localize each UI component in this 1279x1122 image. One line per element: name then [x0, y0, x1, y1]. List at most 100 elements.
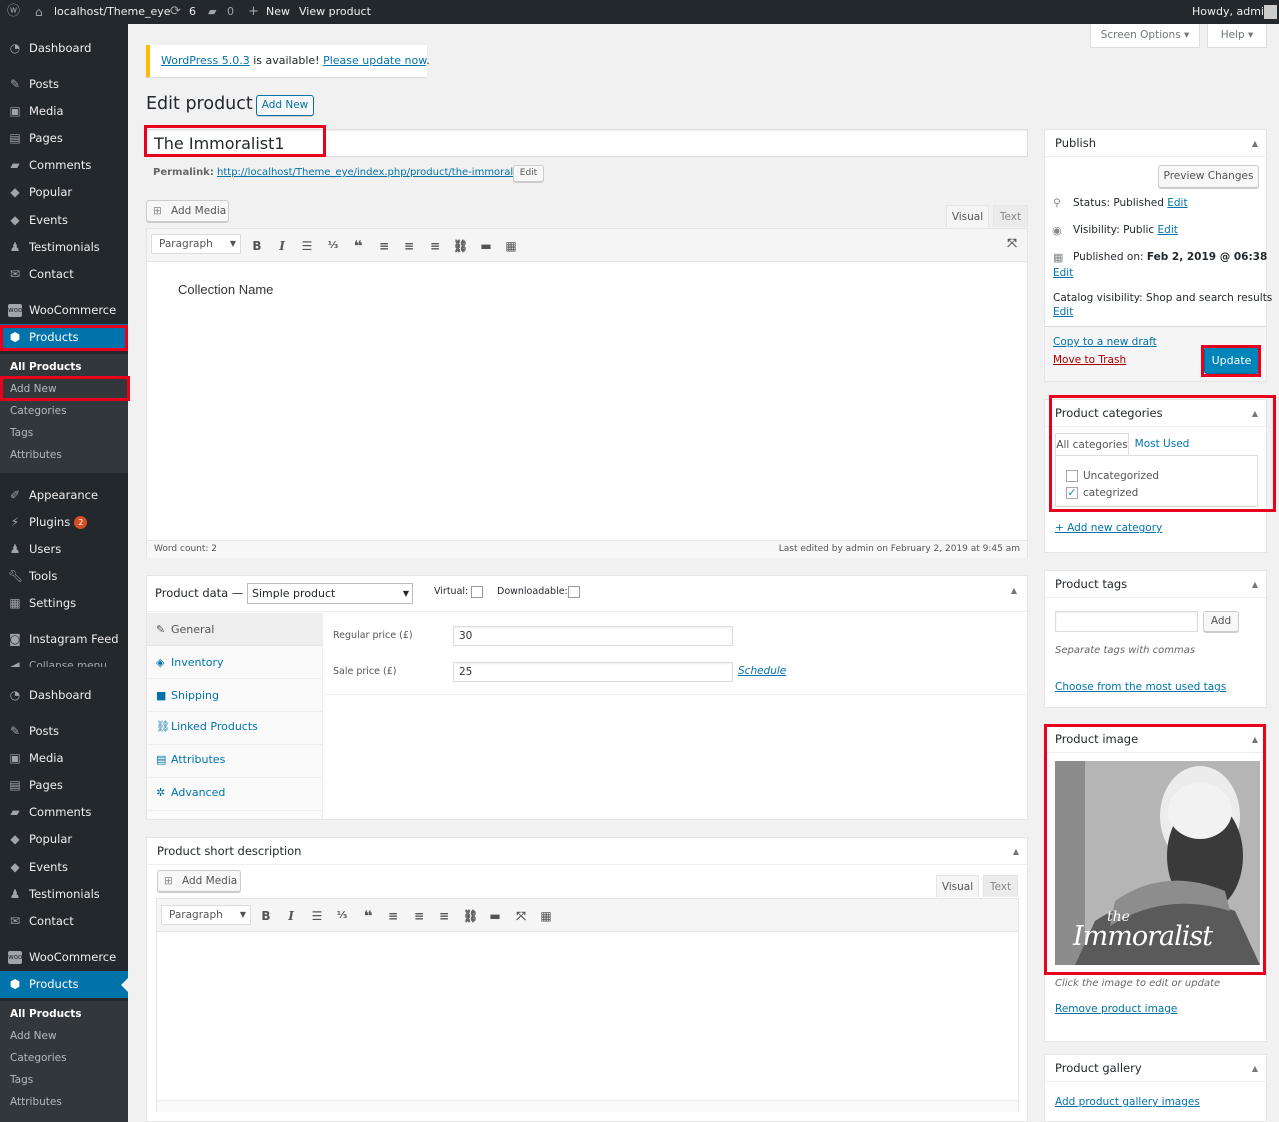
collapse-arrow-icon[interactable]: ▲: [1252, 1055, 1258, 1082]
avatar[interactable]: [1264, 5, 1277, 19]
tab-text[interactable]: Text: [993, 205, 1028, 227]
align-right-icon[interactable]: ≡: [437, 909, 451, 923]
menu-users[interactable]: ♟ Users: [0, 536, 128, 563]
comments-count[interactable]: 0: [227, 0, 234, 24]
downloadable-checkbox[interactable]: [568, 586, 580, 598]
howdy-link[interactable]: Howdy, admin: [1192, 0, 1271, 24]
product-type-select[interactable]: Simple product ▼: [247, 583, 413, 604]
tab-shipping[interactable]: ■ Shipping: [147, 679, 323, 712]
menu-contact[interactable]: ✉ Contact: [0, 261, 128, 288]
permalink-edit-button[interactable]: Edit: [513, 165, 544, 182]
blockquote-icon[interactable]: ❝: [351, 239, 365, 254]
blockquote-icon[interactable]: ❝: [361, 909, 375, 924]
submenu-categories[interactable]: Categories: [0, 400, 128, 422]
comments-icon[interactable]: ▰: [208, 0, 216, 24]
new-link[interactable]: New: [266, 0, 290, 24]
submenu-all-products[interactable]: All Products: [0, 356, 128, 378]
submenu-attributes[interactable]: Attributes: [0, 444, 128, 466]
collapse-arrow-icon[interactable]: ▲: [1011, 586, 1017, 595]
menu-instagram-feed[interactable]: ◙ Instagram Feed: [0, 626, 128, 653]
menu-posts-2[interactable]: ✎ Posts: [0, 718, 128, 745]
bold-icon[interactable]: B: [250, 239, 264, 253]
bullet-list-icon[interactable]: ☰: [300, 239, 314, 253]
add-new-button[interactable]: Add New: [256, 95, 314, 116]
menu-media[interactable]: ▣ Media: [0, 98, 128, 125]
remove-product-image-link[interactable]: Remove product image: [1055, 1003, 1177, 1015]
updates-count[interactable]: 6: [189, 0, 196, 24]
add-tag-button[interactable]: Add: [1203, 611, 1239, 632]
read-more-icon[interactable]: ▬: [479, 239, 493, 253]
short-description-editor[interactable]: Paragraph ▼ B I ☰ ⅓ ❝ ≡ ≡ ≡ ⛓ ▬ ⤧ ▦: [156, 898, 1019, 1112]
add-new-category-link[interactable]: + Add new category: [1055, 522, 1162, 534]
view-product-link[interactable]: View product: [299, 0, 371, 24]
numbered-list-icon[interactable]: ⅓: [335, 909, 349, 923]
bold-icon[interactable]: B: [259, 909, 273, 923]
catalog-edit-link[interactable]: Edit: [1053, 306, 1073, 318]
menu-events[interactable]: ◆ Events: [0, 207, 128, 234]
wordpress-logo-icon[interactable]: ⓦ: [7, 0, 20, 24]
published-edit-link[interactable]: Edit: [1053, 267, 1073, 279]
menu-woocommerce-2[interactable]: woo WooCommerce: [0, 944, 128, 971]
submenu-categories[interactable]: Categories: [0, 1047, 128, 1069]
tags-input[interactable]: [1055, 611, 1198, 632]
italic-icon[interactable]: I: [275, 239, 289, 253]
tab-attributes[interactable]: ▤ Attributes: [147, 745, 323, 778]
menu-testimonials-2[interactable]: ♟ Testimonials: [0, 881, 128, 908]
menu-contact-2[interactable]: ✉ Contact: [0, 908, 128, 935]
preview-changes-button[interactable]: Preview Changes: [1158, 165, 1259, 188]
toolbar-toggle-icon[interactable]: ▦: [539, 909, 553, 923]
menu-woocommerce[interactable]: woo WooCommerce: [0, 297, 128, 324]
menu-plugins[interactable]: ⚡ Plugins 2: [0, 509, 128, 536]
visibility-edit-link[interactable]: Edit: [1158, 224, 1178, 236]
wordpress-version-link[interactable]: WordPress 5.0.3: [161, 54, 250, 67]
menu-events-2[interactable]: ◆ Events: [0, 854, 128, 881]
menu-popular[interactable]: ◆ Popular: [0, 179, 128, 206]
tab-inventory[interactable]: ◈ Inventory: [147, 646, 323, 679]
menu-pages[interactable]: ▤ Pages: [0, 125, 128, 152]
align-center-icon[interactable]: ≡: [402, 239, 416, 253]
update-now-link[interactable]: Please update now: [323, 54, 426, 67]
tab-visual[interactable]: Visual: [946, 205, 989, 227]
menu-testimonials[interactable]: ♟ Testimonials: [0, 234, 128, 261]
menu-products-2[interactable]: ⬢ Products: [0, 971, 128, 998]
add-media-button[interactable]: ⊞ Add Media: [146, 200, 229, 222]
toolbar-toggle-icon[interactable]: ▦: [504, 239, 518, 253]
plus-icon[interactable]: +: [248, 0, 259, 24]
submenu-all-products[interactable]: All Products: [0, 1003, 128, 1025]
numbered-list-icon[interactable]: ⅓: [326, 239, 340, 253]
fullscreen-icon[interactable]: ⤧: [514, 909, 528, 923]
align-center-icon[interactable]: ≡: [412, 909, 426, 923]
menu-pages-2[interactable]: ▤ Pages: [0, 772, 128, 799]
submenu-tags[interactable]: Tags: [0, 422, 128, 444]
move-to-trash-link[interactable]: Move to Trash: [1053, 354, 1126, 366]
permalink-url[interactable]: http://localhost/Theme_eye/index.php/pro…: [217, 167, 535, 178]
site-name-link[interactable]: localhost/Theme_eye: [54, 0, 171, 24]
submenu-tags[interactable]: Tags: [0, 1069, 128, 1091]
editor-content[interactable]: Collection Name: [178, 282, 273, 297]
short-tab-text[interactable]: Text: [983, 875, 1018, 897]
read-more-icon[interactable]: ▬: [488, 909, 502, 923]
menu-popular-2[interactable]: ◆ Popular: [0, 826, 128, 853]
virtual-checkbox[interactable]: [471, 586, 483, 598]
align-left-icon[interactable]: ≡: [377, 239, 391, 253]
collapse-arrow-icon[interactable]: ▲: [1013, 838, 1019, 865]
format-select[interactable]: Paragraph ▼: [151, 234, 241, 254]
sale-price-input[interactable]: 25: [453, 662, 733, 682]
submenu-add-new[interactable]: Add New: [0, 1025, 128, 1047]
tab-advanced[interactable]: ✲ Advanced: [147, 778, 323, 811]
menu-dashboard[interactable]: ◔ Dashboard: [0, 35, 128, 62]
submenu-attributes[interactable]: Attributes: [0, 1091, 128, 1113]
help-button[interactable]: Help ▾: [1207, 24, 1267, 48]
menu-comments[interactable]: ▰ Comments: [0, 152, 128, 179]
align-left-icon[interactable]: ≡: [386, 909, 400, 923]
menu-tools[interactable]: 🔧︎ Tools: [0, 563, 128, 590]
schedule-link[interactable]: Schedule: [738, 665, 786, 677]
short-add-media-button[interactable]: ⊞ Add Media: [157, 870, 241, 892]
updates-icon[interactable]: ⟳: [170, 0, 181, 24]
status-edit-link[interactable]: Edit: [1167, 197, 1187, 209]
short-format-select[interactable]: Paragraph ▼: [161, 905, 251, 925]
menu-media-2[interactable]: ▣ Media: [0, 745, 128, 772]
menu-comments-2[interactable]: ▰ Comments: [0, 799, 128, 826]
menu-posts[interactable]: ✎ Posts: [0, 71, 128, 98]
screen-options-button[interactable]: Screen Options ▾: [1090, 24, 1200, 48]
